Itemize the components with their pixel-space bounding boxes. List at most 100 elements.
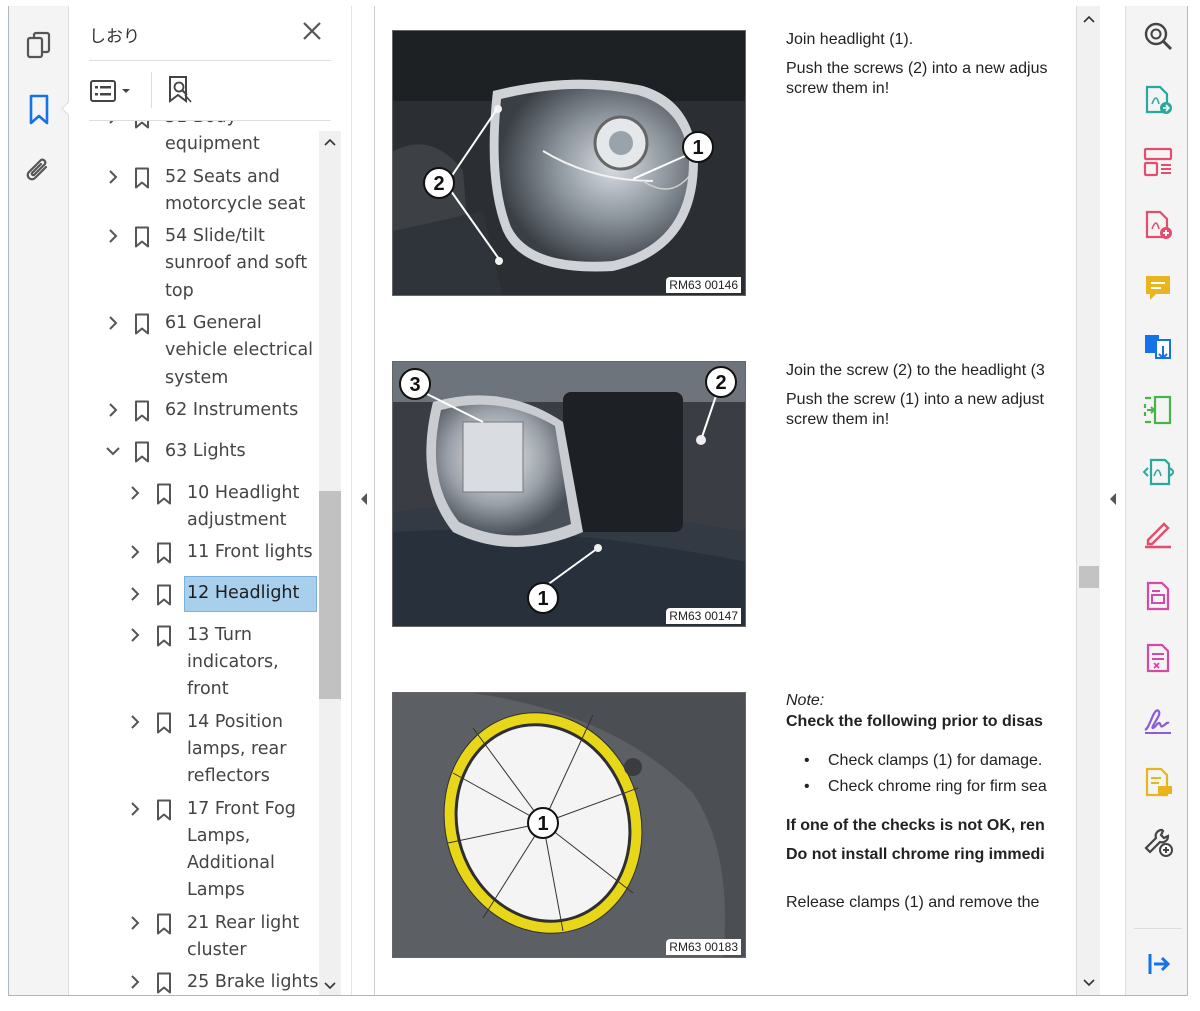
bookmark-item-icon [133, 400, 151, 422]
bookmark-icon[interactable] [21, 92, 57, 128]
scrollbar-thumb[interactable] [1079, 566, 1099, 588]
panel-collapse-handle[interactable] [351, 6, 375, 995]
bookmark-label-line: 51 Body [165, 121, 315, 131]
scroll-up-icon[interactable] [324, 137, 336, 147]
bookmark-item-icon [133, 121, 151, 129]
bookmark-label-line: 10 Headlight [187, 482, 300, 503]
bookmark-item-icon [133, 441, 151, 463]
chevron-right-icon[interactable] [127, 796, 143, 822]
warning-1: If one of the checks is not OK, ren [786, 817, 1045, 834]
bookmark-item-label: 54 Slide/tilt sunroof and soft top [165, 223, 315, 305]
chevron-right-icon[interactable] [127, 480, 143, 506]
bookmark-label-line: Lamps [187, 880, 245, 901]
document-scrollbar[interactable] [1076, 6, 1100, 995]
chevron-right-icon[interactable] [127, 622, 143, 648]
scrollbar-thumb[interactable] [319, 491, 341, 699]
step1-line3: screw them in! [786, 80, 890, 97]
bookmark-item[interactable]: 51 Body equipment [69, 121, 319, 159]
signature-icon[interactable] [1142, 704, 1174, 736]
collapse-left-icon[interactable] [359, 492, 369, 506]
bookmark-item-label: 17 Front Fog Lamps, Additional Lamps [187, 796, 319, 905]
step1-line1: Join headlight (1). [786, 31, 914, 48]
bookmark-item[interactable]: 13 Turn indicators, front [69, 622, 319, 704]
divider [89, 60, 331, 61]
comment-icon[interactable] [1142, 272, 1174, 304]
edit-pdf-icon[interactable] [1142, 580, 1174, 612]
bookmark-label-line: top [165, 280, 194, 301]
bookmark-item[interactable]: 62 Instruments [69, 397, 319, 424]
organize-pages-icon[interactable] [1142, 146, 1174, 178]
tools-add-icon[interactable] [1142, 826, 1174, 858]
create-pdf-icon[interactable] [1142, 209, 1174, 241]
zoom-icon[interactable] [1142, 20, 1174, 52]
document-view[interactable]: 1 2 RM63 00146 3 2 1 RM63 00147 1 RM63 0… [376, 6, 1076, 995]
bookmark-item[interactable]: 12 Headlight [69, 575, 319, 612]
bookmark-label-line: reflectors [187, 766, 270, 787]
bookmark-label-line: 63 Lights [165, 441, 246, 462]
bookmark-item-label: 63 Lights [165, 438, 315, 465]
compress-icon[interactable] [1142, 394, 1174, 426]
bookmark-label-line: 25 Brake lights [187, 972, 319, 993]
chevron-right-icon[interactable] [105, 223, 121, 249]
callout-number: 1 [537, 588, 548, 610]
exit-panel-icon[interactable] [1142, 948, 1174, 980]
chevron-right-icon[interactable] [127, 910, 143, 936]
bookmark-label-line: 52 Seats and [165, 166, 280, 187]
left-tool-rail [9, 6, 69, 995]
fill-sign-pen-icon[interactable] [1142, 518, 1174, 550]
bookmark-item-label: 62 Instruments [165, 397, 315, 424]
bookmark-item-label: 21 Rear light cluster [187, 910, 319, 965]
bookmark-scrollbar[interactable] [319, 131, 341, 995]
chevron-right-icon[interactable] [127, 581, 143, 607]
bookmark-item-icon [155, 799, 173, 821]
bookmark-label-line: 14 Position [187, 711, 283, 732]
bookmark-item[interactable]: 63 Lights [69, 438, 319, 465]
bookmark-item-label: 12 Headlight [184, 575, 317, 612]
attachment-icon[interactable] [21, 154, 57, 190]
bookmark-item[interactable]: 61 General vehicle electrical system [69, 310, 319, 392]
bookmark-item-icon [155, 712, 173, 734]
tools-collapse-handle[interactable] [1100, 6, 1126, 995]
pdf-forms-icon[interactable] [1142, 642, 1174, 674]
bookmark-item[interactable]: 14 Position lamps, rear reflectors [69, 709, 319, 791]
step2-line2: Push the screw (1) into a new adjust [786, 391, 1044, 408]
scroll-down-icon[interactable] [324, 981, 336, 991]
export-pdf-icon[interactable] [1142, 84, 1174, 116]
bookmark-item[interactable]: 11 Front lights [69, 539, 319, 566]
bookmark-item[interactable]: 25 Brake lights [69, 969, 319, 995]
chevron-right-icon[interactable] [105, 164, 121, 190]
close-icon[interactable] [301, 20, 323, 42]
chevron-right-icon[interactable] [105, 397, 121, 423]
bookmark-item[interactable]: 21 Rear light cluster [69, 910, 319, 965]
bookmark-item-icon [133, 167, 151, 189]
options-menu-button[interactable] [89, 78, 137, 104]
chevron-right-icon[interactable] [105, 310, 121, 336]
bookmark-item-icon [155, 483, 173, 505]
collapse-right-icon[interactable] [1108, 492, 1118, 506]
bookmark-label-line: lamps, rear [187, 738, 287, 759]
bookmark-search-icon[interactable] [165, 74, 197, 106]
chevron-right-icon[interactable] [105, 121, 121, 130]
chevron-right-icon[interactable] [127, 969, 143, 995]
bookmark-item[interactable]: 52 Seats and motorcycle seat [69, 164, 319, 219]
bookmark-label-line: 11 Front lights [187, 542, 313, 563]
send-comments-icon[interactable] [1142, 766, 1174, 798]
chevron-right-icon[interactable] [127, 539, 143, 565]
bookmark-label-line: 62 Instruments [165, 400, 299, 420]
bookmark-item[interactable]: 17 Front Fog Lamps, Additional Lamps [69, 796, 319, 905]
figure-headlight-1: 1 2 RM63 00146 [392, 30, 746, 296]
panel-title: しおり [89, 27, 140, 47]
bookmark-item[interactable]: 10 Headlight adjustment [69, 480, 319, 535]
bookmark-item[interactable]: 54 Slide/tilt sunroof and soft top [69, 223, 319, 305]
figure-code: RM63 00146 [666, 277, 741, 293]
chevron-down-icon[interactable] [105, 438, 121, 464]
figure-code: RM63 00183 [666, 939, 741, 955]
combine-files-icon[interactable] [1142, 332, 1174, 364]
bookmark-label-line: 17 Front Fog [187, 798, 296, 819]
convert-icon[interactable] [1142, 456, 1176, 488]
chevron-right-icon[interactable] [127, 709, 143, 735]
pages-icon[interactable] [21, 28, 57, 64]
bookmark-item-label: 13 Turn indicators, front [187, 622, 319, 704]
scroll-up-icon[interactable] [1083, 14, 1095, 24]
scroll-down-icon[interactable] [1083, 978, 1095, 988]
